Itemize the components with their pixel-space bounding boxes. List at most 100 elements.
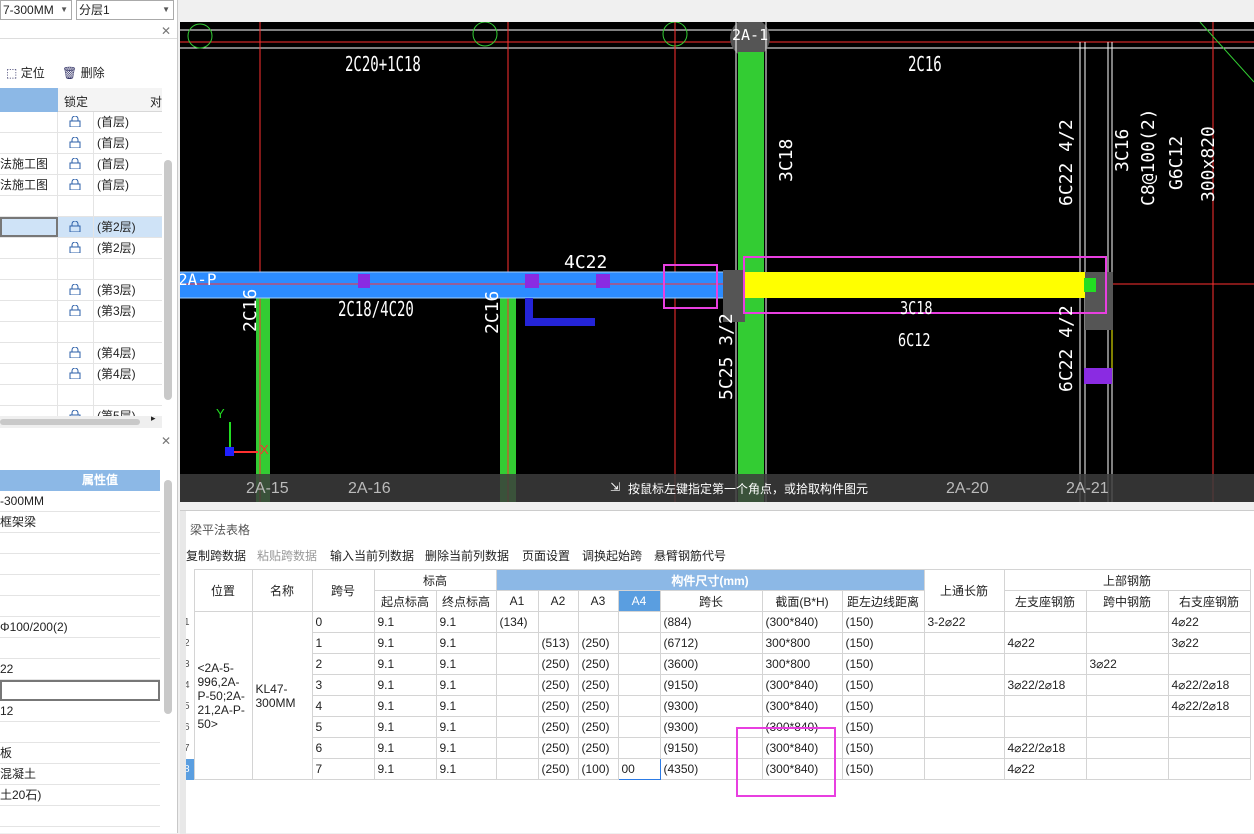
cell-e[interactable]: 9.1 — [435, 611, 497, 633]
cell-a2[interactable]: (250) — [537, 653, 579, 675]
cell-through[interactable] — [923, 737, 1005, 759]
cell-span[interactable]: 3 — [311, 674, 375, 696]
table-row[interactable]: 4 3 9.1 9.1 (250) (250) (9150) (300*840) (150) 3⌀… — [184, 674, 1251, 696]
cell-left[interactable]: 4⌀22 — [1003, 758, 1087, 780]
cell-a3[interactable] — [577, 611, 619, 633]
property-row[interactable]: Φ100/200(2) — [0, 617, 160, 638]
cell-e[interactable]: 9.1 — [435, 653, 497, 675]
page-setup-button[interactable]: 页面设置 — [522, 547, 570, 564]
name-cell[interactable]: KL47-300MM — [251, 611, 313, 780]
cell-mid[interactable] — [1085, 611, 1169, 633]
lock-cell[interactable] — [58, 343, 94, 363]
paste-span-button[interactable]: 粘贴跨数据 — [257, 547, 317, 564]
cell-right[interactable] — [1167, 737, 1251, 759]
lock-cell[interactable] — [58, 112, 94, 132]
cell-s[interactable]: 9.1 — [373, 758, 437, 780]
cell-through[interactable] — [923, 695, 1005, 717]
cell-a4[interactable] — [617, 695, 661, 717]
cell-through[interactable]: 3-2⌀22 — [923, 611, 1005, 633]
cell-len[interactable]: (3600) — [659, 653, 763, 675]
cell-a4[interactable] — [617, 632, 661, 654]
property-row[interactable] — [0, 806, 160, 827]
lock-cell[interactable] — [58, 133, 94, 153]
layer-row[interactable] — [0, 322, 162, 343]
layer-row[interactable]: (第2层) — [0, 217, 162, 238]
cell-a3[interactable]: (250) — [577, 674, 619, 696]
cell-edge[interactable]: (150) — [841, 611, 925, 633]
cell-len[interactable]: (9150) — [659, 674, 763, 696]
cell-a4[interactable]: 00 — [617, 758, 661, 780]
locate-button[interactable]: ⬚ 定位 — [6, 64, 45, 82]
cell-a1[interactable] — [495, 716, 539, 738]
layer-hscroll[interactable]: ▸ — [0, 413, 162, 428]
lock-cell[interactable] — [58, 196, 94, 216]
cell-s[interactable]: 9.1 — [373, 611, 437, 633]
cell-a3[interactable]: (250) — [577, 716, 619, 738]
property-scrollbar[interactable] — [164, 480, 172, 714]
property-row[interactable]: -300MM — [0, 491, 160, 512]
lock-cell[interactable] — [58, 301, 94, 321]
layer-row[interactable] — [0, 259, 162, 280]
cell-s[interactable]: 9.1 — [373, 653, 437, 675]
cell-a4[interactable] — [617, 674, 661, 696]
property-row[interactable] — [0, 638, 160, 659]
cell-left[interactable]: 4⌀22 — [1003, 632, 1087, 654]
cell-span[interactable]: 0 — [311, 611, 375, 633]
cell-edge[interactable]: (150) — [841, 737, 925, 759]
lock-cell[interactable] — [58, 259, 94, 279]
cell-left[interactable] — [1003, 653, 1087, 675]
cell-e[interactable]: 9.1 — [435, 632, 497, 654]
layer-row[interactable]: (第3层) — [0, 301, 162, 322]
cell-len[interactable]: (9300) — [659, 695, 763, 717]
property-row[interactable] — [0, 722, 160, 743]
cell-e[interactable]: 9.1 — [435, 737, 497, 759]
cell-s[interactable]: 9.1 — [373, 674, 437, 696]
layer-row[interactable] — [0, 385, 162, 406]
cell-a3[interactable]: (250) — [577, 737, 619, 759]
layer-row[interactable] — [0, 196, 162, 217]
cell-len[interactable]: (884) — [659, 611, 763, 633]
lock-cell[interactable] — [58, 364, 94, 384]
cell-edge[interactable]: (150) — [841, 716, 925, 738]
cell-span[interactable]: 4 — [311, 695, 375, 717]
layer-row[interactable]: (第4层) — [0, 343, 162, 364]
cell-a1[interactable] — [495, 632, 539, 654]
cell-e[interactable]: 9.1 — [435, 716, 497, 738]
property-row[interactable] — [0, 554, 160, 575]
property-row[interactable]: 12 — [0, 701, 160, 722]
cell-a2[interactable]: (250) — [537, 758, 579, 780]
layer-row[interactable]: (首层) — [0, 112, 162, 133]
cell-mid[interactable] — [1085, 716, 1169, 738]
table-row[interactable]: 2 1 9.1 9.1 (513) (250) (6712) 300*800 (150) 4⌀22… — [184, 632, 1251, 654]
cantilever-code-button[interactable]: 悬臂钢筋代号 — [654, 547, 726, 564]
cell-s[interactable]: 9.1 — [373, 632, 437, 654]
cell-a2[interactable]: (250) — [537, 737, 579, 759]
property-row[interactable]: 板 — [0, 743, 160, 764]
cell-left[interactable]: 3⌀22/2⌀18 — [1003, 674, 1087, 696]
cell-a2[interactable]: (250) — [537, 716, 579, 738]
lock-cell[interactable] — [58, 385, 94, 405]
cell-e[interactable]: 9.1 — [435, 758, 497, 780]
cell-edge[interactable]: (150) — [841, 632, 925, 654]
cell-e[interactable]: 9.1 — [435, 674, 497, 696]
cell-right[interactable] — [1167, 716, 1251, 738]
cell-right[interactable]: 4⌀22/2⌀18 — [1167, 695, 1251, 717]
table-row[interactable]: 3 2 9.1 9.1 (250) (250) (3600) 300*800 (150) 3⌀22 — [184, 653, 1251, 675]
cell-mid[interactable] — [1085, 737, 1169, 759]
lock-cell[interactable] — [58, 175, 94, 195]
cell-a3[interactable]: (250) — [577, 653, 619, 675]
cell-s[interactable]: 9.1 — [373, 695, 437, 717]
layer-row[interactable]: 法施工图 (首层) — [0, 175, 162, 196]
position-cell[interactable]: <2A-5-996,2A-P-50;2A-21,2A-P-50> — [193, 611, 253, 780]
lock-cell[interactable] — [58, 217, 94, 237]
property-row[interactable]: 框架梁 — [0, 512, 160, 533]
cell-left[interactable] — [1003, 611, 1087, 633]
cell-edge[interactable]: (150) — [841, 758, 925, 780]
cell-a4[interactable] — [617, 653, 661, 675]
cell-right[interactable] — [1167, 653, 1251, 675]
table-row[interactable]: 7 6 9.1 9.1 (250) (250) (9150) (300*840) (150) 4⌀… — [184, 737, 1251, 759]
close-icon[interactable]: ✕ — [161, 24, 171, 38]
cell-edge[interactable]: (150) — [841, 653, 925, 675]
cell-edge[interactable]: (150) — [841, 695, 925, 717]
cell-span[interactable]: 1 — [311, 632, 375, 654]
